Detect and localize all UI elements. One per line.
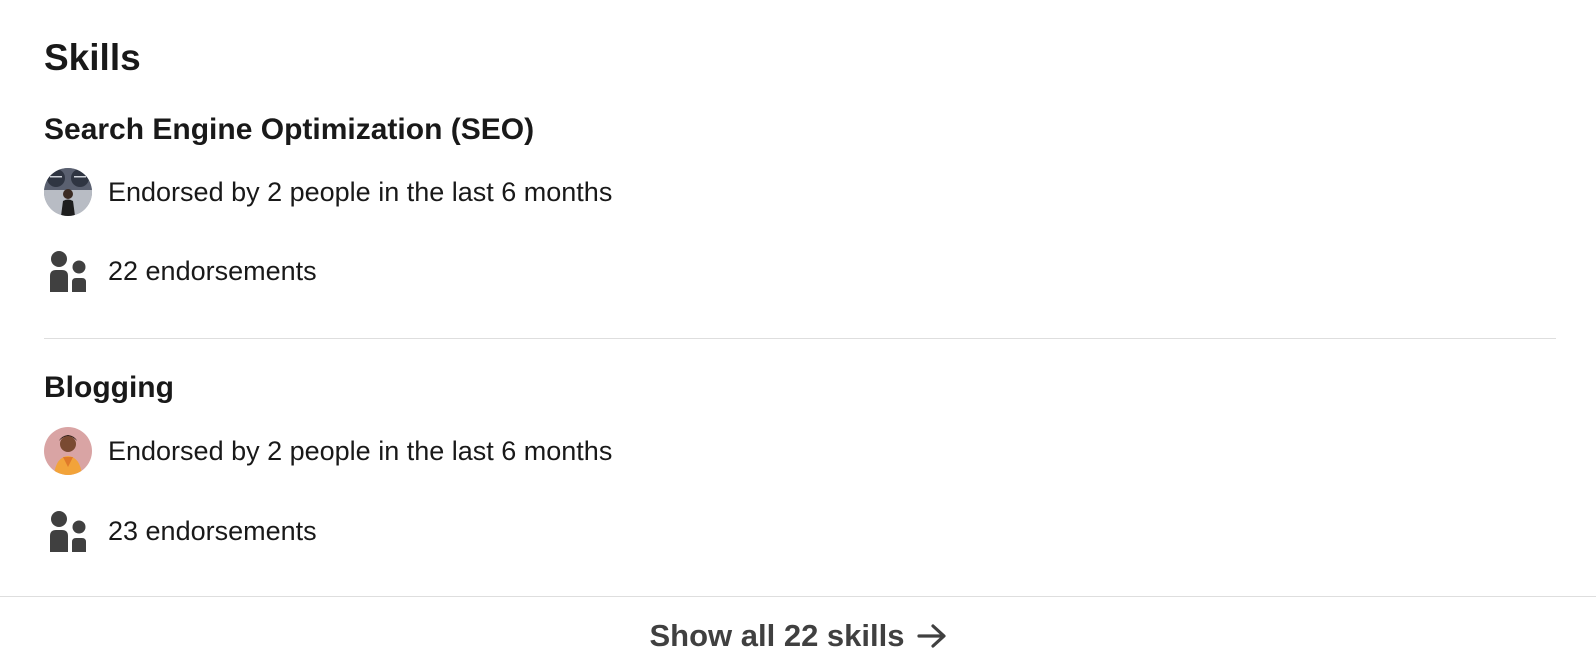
skill-divider (44, 338, 1556, 339)
show-all-label: Show all 22 skills (649, 618, 905, 653)
section-title: Skills (44, 37, 141, 78)
people-icon (44, 247, 92, 295)
endorsed-by-row[interactable]: Endorsed by 2 people in the last 6 month… (44, 168, 612, 216)
footer-divider (0, 596, 1596, 597)
endorsed-by-text: Endorsed by 2 people in the last 6 month… (108, 177, 613, 207)
endorser-avatar[interactable] (44, 168, 92, 216)
people-icon (44, 507, 92, 555)
skill-name-blogging[interactable]: Blogging (44, 370, 174, 406)
skill-name-seo[interactable]: Search Engine Optimization (SEO) (44, 112, 534, 148)
endorser-avatar[interactable] (44, 427, 92, 475)
endorsements-count-row[interactable]: 22 endorsements (44, 247, 317, 295)
endorsements-count-text: 22 endorsements (108, 256, 317, 286)
endorsements-count-row[interactable]: 23 endorsements (44, 507, 317, 555)
endorsed-by-row[interactable]: Endorsed by 2 people in the last 6 month… (44, 427, 612, 475)
endorsed-by-text: Endorsed by 2 people in the last 6 month… (108, 436, 613, 466)
show-all-skills-button[interactable]: Show all 22 skills (0, 612, 1596, 660)
skills-card: Skills Search Engine Optimization (SEO) … (0, 0, 1596, 672)
arrow-right-icon (916, 623, 947, 649)
endorsements-count-text: 23 endorsements (108, 516, 317, 546)
